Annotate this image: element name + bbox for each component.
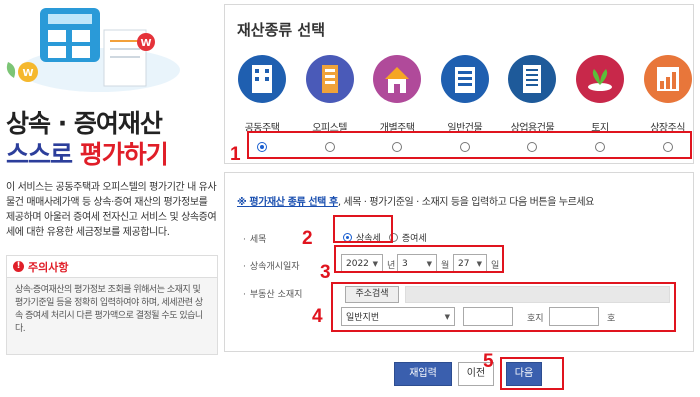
page-title-line2: 스스로 평가하기 [6,135,169,171]
apartment-icon[interactable] [238,55,286,103]
annotation-number-2: 2 [302,228,313,249]
notice-body: 상속·증여재산의 평가정보 조회를 위해서는 소재지 및 평가기준일 등을 정확… [15,285,203,334]
annotation-number-4: 4 [312,306,323,327]
title-highlight-blue: 스스로 [6,140,80,169]
svg-text:W: W [140,38,151,49]
officetel-icon[interactable] [305,55,354,103]
asset-option-1[interactable]: 공동주택 [229,55,295,134]
asset-option-5[interactable]: 상업용건물 [499,55,565,134]
instruction-text: , 세목 · 평가기준일 · 소재지 등을 입력하고 다음 버튼을 누르세요 [337,197,595,208]
stock-chart-icon[interactable] [643,55,692,103]
building-icon[interactable] [440,55,489,103]
warning-icon: ! [13,261,24,272]
svg-text:W: W [22,68,33,79]
instruction-link[interactable]: 평가재산 종류 선택 후 [249,197,338,208]
left-info-panel: W W 상속 · 증여재산 스스로 평가하기 이 서비스는 공동주택과 오피스텔… [0,0,218,397]
house-icon[interactable] [373,55,422,103]
title-highlight-red: 평가하기 [79,140,169,169]
gift-tax-label[interactable]: 증여세 [402,231,427,244]
annotation-number-1: 1 [230,144,241,165]
commercial-building-icon[interactable] [508,55,557,103]
asset-type-title: 재산종류 선택 [237,21,326,39]
asset-option-3[interactable]: 개별주택 [364,55,430,134]
annotation-box-tax-type [333,215,393,243]
form-instruction: ※ 평가재산 종류 선택 후, 세목 · 평가기준일 · 소재지 등을 입력하고… [237,193,594,208]
asset-option-2[interactable]: 오피스텔 [297,55,363,134]
asset-option-7[interactable]: 상장주식 [635,55,700,134]
service-description: 이 서비스는 공동주택과 오피스텔의 평가기간 내 유사물건 매매사례가액 등 … [6,182,217,238]
reset-button[interactable]: 재입력 [394,362,452,386]
land-icon[interactable] [576,55,624,103]
annotation-box-date [334,245,504,273]
annotation-number-3: 3 [320,262,331,283]
instruction-prefix: ※ [237,197,250,208]
notice-box: ! 주의사항 상속·증여재산의 평가정보 조회를 위해서는 소재지 및 평가기준… [6,255,218,355]
asset-option-6[interactable]: 토지 [567,55,633,134]
annotation-number-5: 5 [483,351,494,372]
tax-type-label: 세목 [243,232,267,245]
annotation-box-next [500,357,564,390]
calculator-illustration: W W [6,8,180,92]
notice-header: ! 주의사항 [7,256,217,278]
asset-option-4[interactable]: 일반건물 [432,55,498,134]
date-label: 상속개시일자 [243,259,300,272]
address-label: 부동산 소재지 [243,287,303,300]
notice-title: 주의사항 [28,260,69,274]
annotation-box-asset-radios [247,131,692,159]
annotation-box-address [331,282,676,332]
